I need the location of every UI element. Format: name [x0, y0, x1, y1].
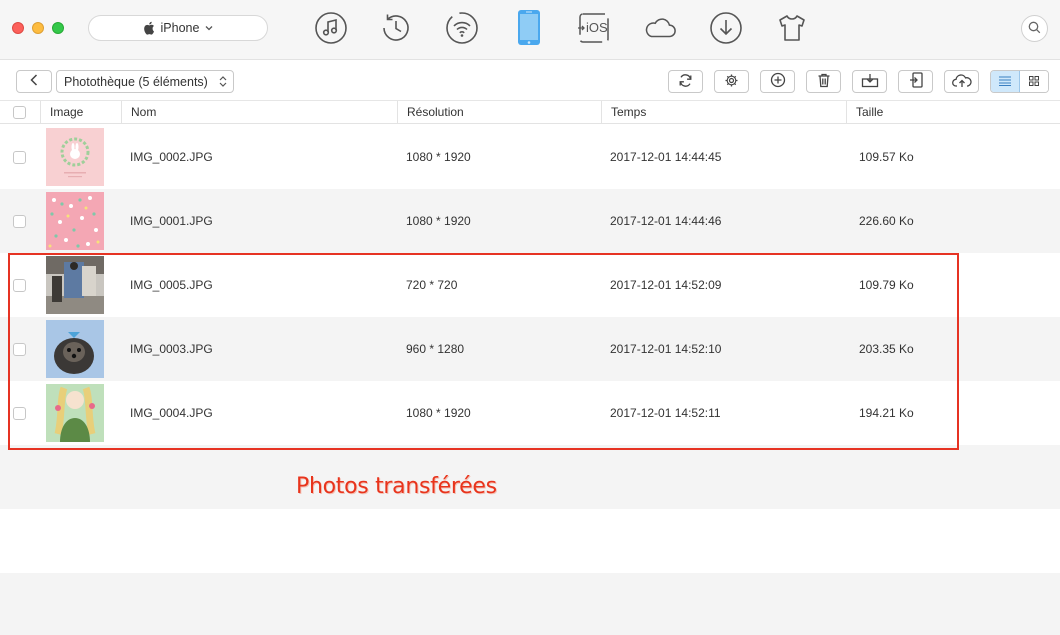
refresh-button[interactable]	[668, 70, 703, 93]
empty-row	[0, 573, 1060, 635]
column-header-name[interactable]: Nom	[121, 101, 397, 124]
export-to-computer-icon	[861, 73, 879, 91]
row-checkbox[interactable]	[13, 279, 26, 292]
phone-icon[interactable]	[512, 10, 546, 45]
apple-icon	[143, 21, 155, 35]
view-toggle	[990, 70, 1049, 93]
chevron-left-icon	[30, 74, 38, 89]
device-selector[interactable]: iPhone	[88, 15, 268, 41]
to-ios-icon[interactable]: iOS	[577, 11, 611, 45]
file-name: IMG_0004.JPG	[130, 406, 213, 420]
column-header-resolution[interactable]: Résolution	[397, 101, 601, 124]
file-size: 203.35 Ko	[859, 342, 914, 356]
grid-view-icon	[1028, 75, 1039, 89]
empty-row	[0, 445, 1060, 509]
column-header-size[interactable]: Taille	[846, 101, 1060, 124]
updown-chevron-icon	[219, 75, 227, 91]
column-header-image[interactable]: Image	[40, 101, 121, 124]
download-icon[interactable]	[709, 11, 743, 45]
music-icon[interactable]	[314, 11, 348, 45]
file-time: 2017-12-01 14:52:09	[610, 278, 722, 292]
file-name: IMG_0005.JPG	[130, 278, 213, 292]
table-row[interactable]: IMG_0005.JPG 720 * 720 2017-12-01 14:52:…	[0, 253, 1060, 317]
list-view-icon	[998, 75, 1011, 89]
table-row[interactable]: IMG_0003.JPG 960 * 1280 2017-12-01 14:52…	[0, 317, 1060, 381]
close-window-button[interactable]	[12, 22, 24, 34]
settings-button[interactable]	[714, 70, 749, 93]
file-size: 226.60 Ko	[859, 214, 914, 228]
file-resolution: 1080 * 1920	[406, 406, 471, 420]
table-header: Image Nom Résolution Temps Taille	[0, 101, 1060, 124]
refresh-icon	[678, 73, 693, 91]
row-checkbox[interactable]	[13, 343, 26, 356]
wifi-icon[interactable]	[445, 11, 479, 45]
file-resolution: 960 * 1280	[406, 342, 465, 356]
photo-thumbnail	[46, 384, 104, 442]
empty-row	[0, 509, 1060, 573]
settings-icon	[724, 73, 739, 91]
device-name: iPhone	[160, 21, 200, 35]
export-to-computer-button[interactable]	[852, 70, 887, 93]
file-resolution: 1080 * 1920	[406, 150, 471, 164]
chevron-down-icon	[205, 25, 213, 31]
import-to-device-button[interactable]	[898, 70, 933, 93]
file-size: 109.79 Ko	[859, 278, 914, 292]
import-to-device-icon	[909, 72, 923, 91]
history-icon[interactable]	[379, 11, 413, 45]
toolbar: Photothèque (5 éléments)	[0, 61, 1060, 101]
row-checkbox[interactable]	[13, 407, 26, 420]
title-bar: iPhone iOS	[0, 0, 1060, 60]
file-resolution: 1080 * 1920	[406, 214, 471, 228]
cloud-icon[interactable]	[643, 11, 677, 45]
search-button[interactable]	[1021, 15, 1048, 42]
upload-cloud-button[interactable]	[944, 70, 979, 93]
file-size: 194.21 Ko	[859, 406, 914, 420]
row-checkbox[interactable]	[13, 215, 26, 228]
grid-view-button[interactable]	[1019, 71, 1048, 92]
table-row[interactable]: IMG_0004.JPG 1080 * 1920 2017-12-01 14:5…	[0, 381, 1060, 445]
file-time: 2017-12-01 14:52:10	[610, 342, 722, 356]
delete-button[interactable]	[806, 70, 841, 93]
row-checkbox[interactable]	[13, 151, 26, 164]
file-time: 2017-12-01 14:44:45	[610, 150, 722, 164]
list-view-button[interactable]	[991, 71, 1020, 92]
maximize-window-button[interactable]	[52, 22, 64, 34]
add-icon	[770, 72, 786, 91]
file-name: IMG_0001.JPG	[130, 214, 213, 228]
transferred-photos-annotation: Photos transférées	[296, 474, 497, 499]
library-selector[interactable]: Photothèque (5 éléments)	[56, 70, 234, 93]
photo-thumbnail	[46, 320, 104, 378]
add-button[interactable]	[760, 70, 795, 93]
table-row[interactable]: IMG_0002.JPG 1080 * 1920 2017-12-01 14:4…	[0, 125, 1060, 189]
back-button[interactable]	[16, 70, 52, 93]
to-ios-label: iOS	[586, 20, 608, 35]
file-resolution: 720 * 720	[406, 278, 458, 292]
upload-cloud-icon	[951, 73, 972, 91]
photo-thumbnail	[46, 192, 104, 250]
select-all-checkbox[interactable]	[13, 106, 26, 119]
search-icon	[1028, 21, 1041, 37]
file-time: 2017-12-01 14:44:46	[610, 214, 722, 228]
table-row[interactable]: IMG_0001.JPG 1080 * 1920 2017-12-01 14:4…	[0, 189, 1060, 253]
library-label: Photothèque (5 éléments)	[64, 74, 208, 89]
file-size: 109.57 Ko	[859, 150, 914, 164]
photo-thumbnail	[46, 256, 104, 314]
tshirt-icon[interactable]	[775, 11, 809, 45]
column-header-time[interactable]: Temps	[601, 101, 846, 124]
file-time: 2017-12-01 14:52:11	[610, 406, 721, 420]
trash-icon	[817, 73, 831, 91]
file-name: IMG_0002.JPG	[130, 150, 213, 164]
photo-thumbnail	[46, 128, 104, 186]
minimize-window-button[interactable]	[32, 22, 44, 34]
file-name: IMG_0003.JPG	[130, 342, 213, 356]
